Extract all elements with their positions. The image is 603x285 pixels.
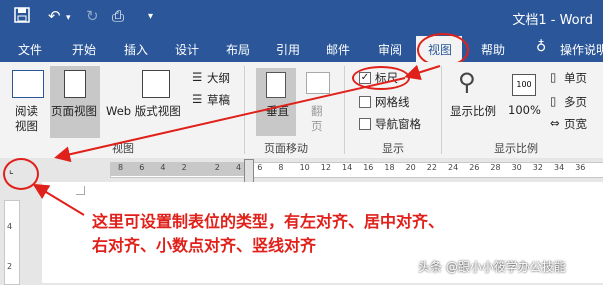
arrow-view-to-ruler xyxy=(404,64,441,81)
arrow-ruler-to-selector xyxy=(54,77,406,163)
annotation-arrows xyxy=(32,64,441,216)
arrow-text-to-selector xyxy=(32,183,85,216)
